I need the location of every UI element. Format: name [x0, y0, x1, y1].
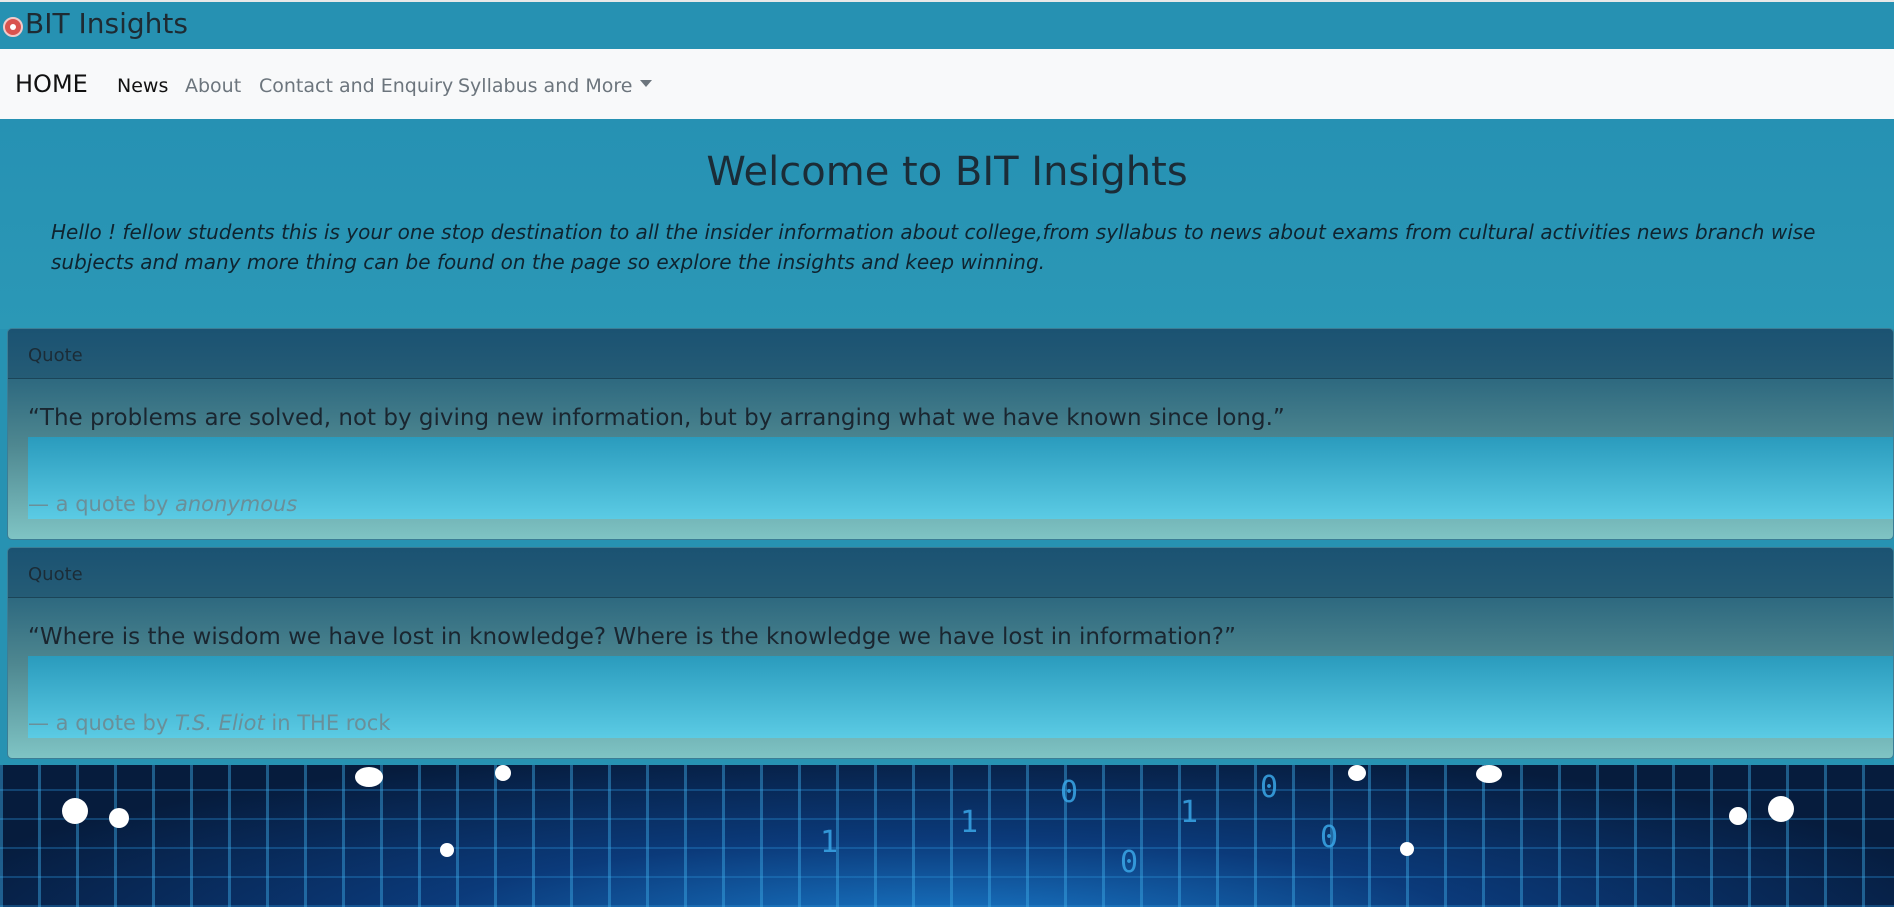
quote-footer: — a quote by anonymous	[28, 492, 297, 516]
quote-footer: — a quote by T.S. Eliot in THE rock	[28, 711, 391, 735]
hero-description: Hello ! fellow students this is your one…	[51, 220, 1816, 274]
circuit-node	[1729, 807, 1747, 825]
quote-author: T.S. Eliot	[174, 711, 265, 735]
binary-glyph: 0	[1260, 770, 1279, 805]
nav-syllabus-dropdown[interactable]: Syllabus and More	[458, 75, 653, 97]
brand-title[interactable]: BIT Insights	[25, 7, 188, 40]
quote-card: Quote “The problems are solved, not by g…	[7, 328, 1894, 540]
page-title: Welcome to BIT Insights	[706, 149, 1188, 195]
main-navbar: HOME News About Contact and Enquiry Syll…	[0, 49, 1894, 119]
binary-glyph: 1	[820, 825, 839, 860]
hero-section: Welcome to BIT Insights Hello ! fellow s…	[0, 119, 1894, 329]
quote-footer-prefix: — a quote by	[28, 492, 169, 516]
circuit-node	[1476, 765, 1502, 783]
nav-about-link[interactable]: About	[185, 75, 241, 97]
nav-syllabus-label: Syllabus and More	[458, 75, 633, 97]
chevron-down-icon	[640, 80, 653, 87]
binary-glyph: 0	[1060, 775, 1079, 810]
quote-band	[28, 437, 1893, 519]
circuit-background-image: 0 1 0 1 1 0 0	[0, 765, 1894, 907]
quote-card: Quote “Where is the wisdom we have lost …	[7, 547, 1894, 759]
quote-card-header: Quote	[8, 329, 1893, 379]
binary-glyph: 0	[1320, 820, 1339, 855]
quote-author: anonymous	[174, 492, 298, 516]
circuit-node	[440, 843, 454, 857]
quote-text: “The problems are solved, not by giving …	[28, 405, 1285, 431]
circuit-node	[1400, 842, 1414, 856]
top-bar: BIT Insights	[0, 0, 1894, 49]
logo-icon	[3, 17, 23, 37]
circuit-node	[109, 808, 129, 828]
quote-text: “Where is the wisdom we have lost in kno…	[28, 624, 1236, 650]
nav-news-link[interactable]: News	[117, 75, 168, 97]
circuit-node	[355, 767, 383, 787]
quote-footer-prefix: — a quote by	[28, 711, 169, 735]
nav-home-link[interactable]: HOME	[15, 70, 88, 98]
binary-glyph: 1	[1180, 795, 1199, 830]
circuit-node	[1768, 796, 1794, 822]
binary-glyph: 0	[1120, 845, 1139, 880]
circuit-node	[1348, 765, 1366, 781]
nav-contact-link[interactable]: Contact and Enquiry	[259, 75, 453, 97]
circuit-node	[495, 765, 511, 781]
binary-glyph: 1	[960, 805, 979, 840]
quote-footer-suffix: in THE rock	[271, 711, 391, 735]
circuit-node	[62, 798, 88, 824]
quote-card-header: Quote	[8, 548, 1893, 598]
